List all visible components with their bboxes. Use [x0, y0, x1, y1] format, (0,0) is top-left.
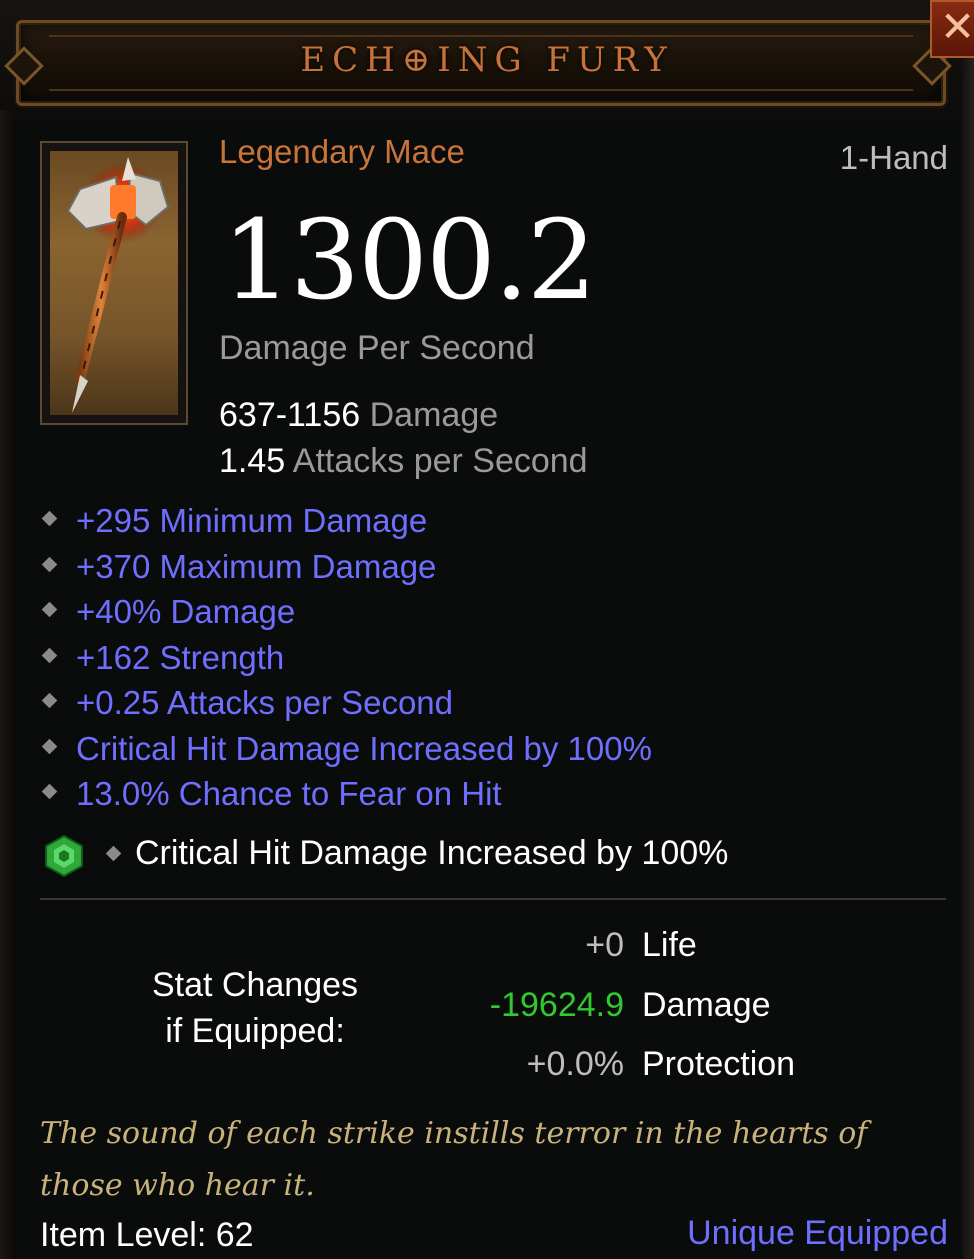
diamond-bullet-icon: [41, 601, 58, 618]
stat-change-row: -19624.9 Damage: [400, 986, 960, 1032]
diamond-bullet-icon: [41, 510, 58, 527]
diamond-bullet-icon: [41, 783, 58, 800]
item-level-label: Item Level: 62: [40, 1216, 254, 1254]
affix-text: +162 Strength: [76, 638, 285, 676]
stat-changes-title-line: if Equipped:: [165, 1012, 345, 1050]
flavor-text: The sound of each strike instills terror…: [40, 1116, 868, 1203]
damage-range-value: 637-1156: [219, 396, 361, 434]
dps-value: 1300.2: [222, 196, 597, 324]
stat-changes-title: Stat Changes if Equipped:: [110, 962, 400, 1054]
affix-text: Critical Hit Damage Increased by 100%: [76, 729, 652, 767]
close-icon: ✕: [940, 2, 974, 51]
item-slot-label: 1-Hand: [839, 139, 948, 176]
damage-range-line: 637-1156 Damage: [219, 396, 498, 435]
affix-text: 13.0% Chance to Fear on Hit: [76, 775, 502, 812]
damage-range-label: Damage: [369, 396, 499, 434]
close-button[interactable]: ✕: [930, 0, 974, 58]
stat-change-value: +0.0%: [526, 1045, 624, 1083]
affix-text: +0.25 Attacks per Second: [76, 684, 454, 721]
unique-equipped-label: Unique Equipped: [687, 1214, 948, 1252]
socket-bonus-text: Critical Hit Damage Increased by 100%: [135, 834, 729, 872]
dps-label: Damage Per Second: [219, 329, 535, 367]
left-frame-border: [0, 110, 14, 1259]
item-name-title: ECH⊕ING FURY: [300, 40, 674, 80]
right-frame-border: [962, 58, 974, 1259]
attack-speed-label: Attacks per Second: [292, 442, 588, 480]
affix-text: +370 Maximum Damage: [76, 547, 437, 585]
item-icon-frame: [40, 141, 188, 425]
stat-change-label: Protection: [642, 1045, 796, 1083]
item-tooltip: ECH⊕ING FURY ✕ Legendary Mace 1-Hand 130…: [0, 0, 974, 1259]
diamond-bullet-icon: [41, 692, 58, 709]
diamond-bullet-icon: [41, 738, 58, 754]
tooltip-header: ECH⊕ING FURY: [0, 0, 974, 120]
item-icon-background: [50, 151, 178, 415]
stat-change-label: Life: [642, 926, 697, 964]
diamond-bullet-icon: [41, 556, 58, 572]
attack-speed-value: 1.45: [219, 442, 286, 480]
socket-row: Critical Hit Damage Increased by 100%: [40, 832, 940, 882]
stat-change-value: +0: [585, 926, 624, 964]
affix-text: +295 Minimum Damage: [76, 502, 428, 539]
item-type-label: Legendary Mace: [219, 133, 465, 170]
mace-icon: [66, 157, 170, 413]
diamond-bullet-icon: [105, 845, 122, 862]
stat-change-row: +0.0% Protection: [400, 1045, 960, 1091]
attack-speed-line: 1.45 Attacks per Second: [219, 442, 588, 481]
section-divider: [40, 898, 946, 900]
stat-change-row: +0 Life: [400, 926, 960, 972]
stat-change-label: Damage: [642, 986, 771, 1024]
affix-text: +40% Damage: [76, 593, 296, 630]
emerald-gem-icon: [45, 834, 83, 878]
stat-change-value: -19624.9: [489, 986, 624, 1024]
diamond-bullet-icon: [41, 647, 58, 663]
stat-changes-title-line: Stat Changes: [151, 966, 359, 1004]
